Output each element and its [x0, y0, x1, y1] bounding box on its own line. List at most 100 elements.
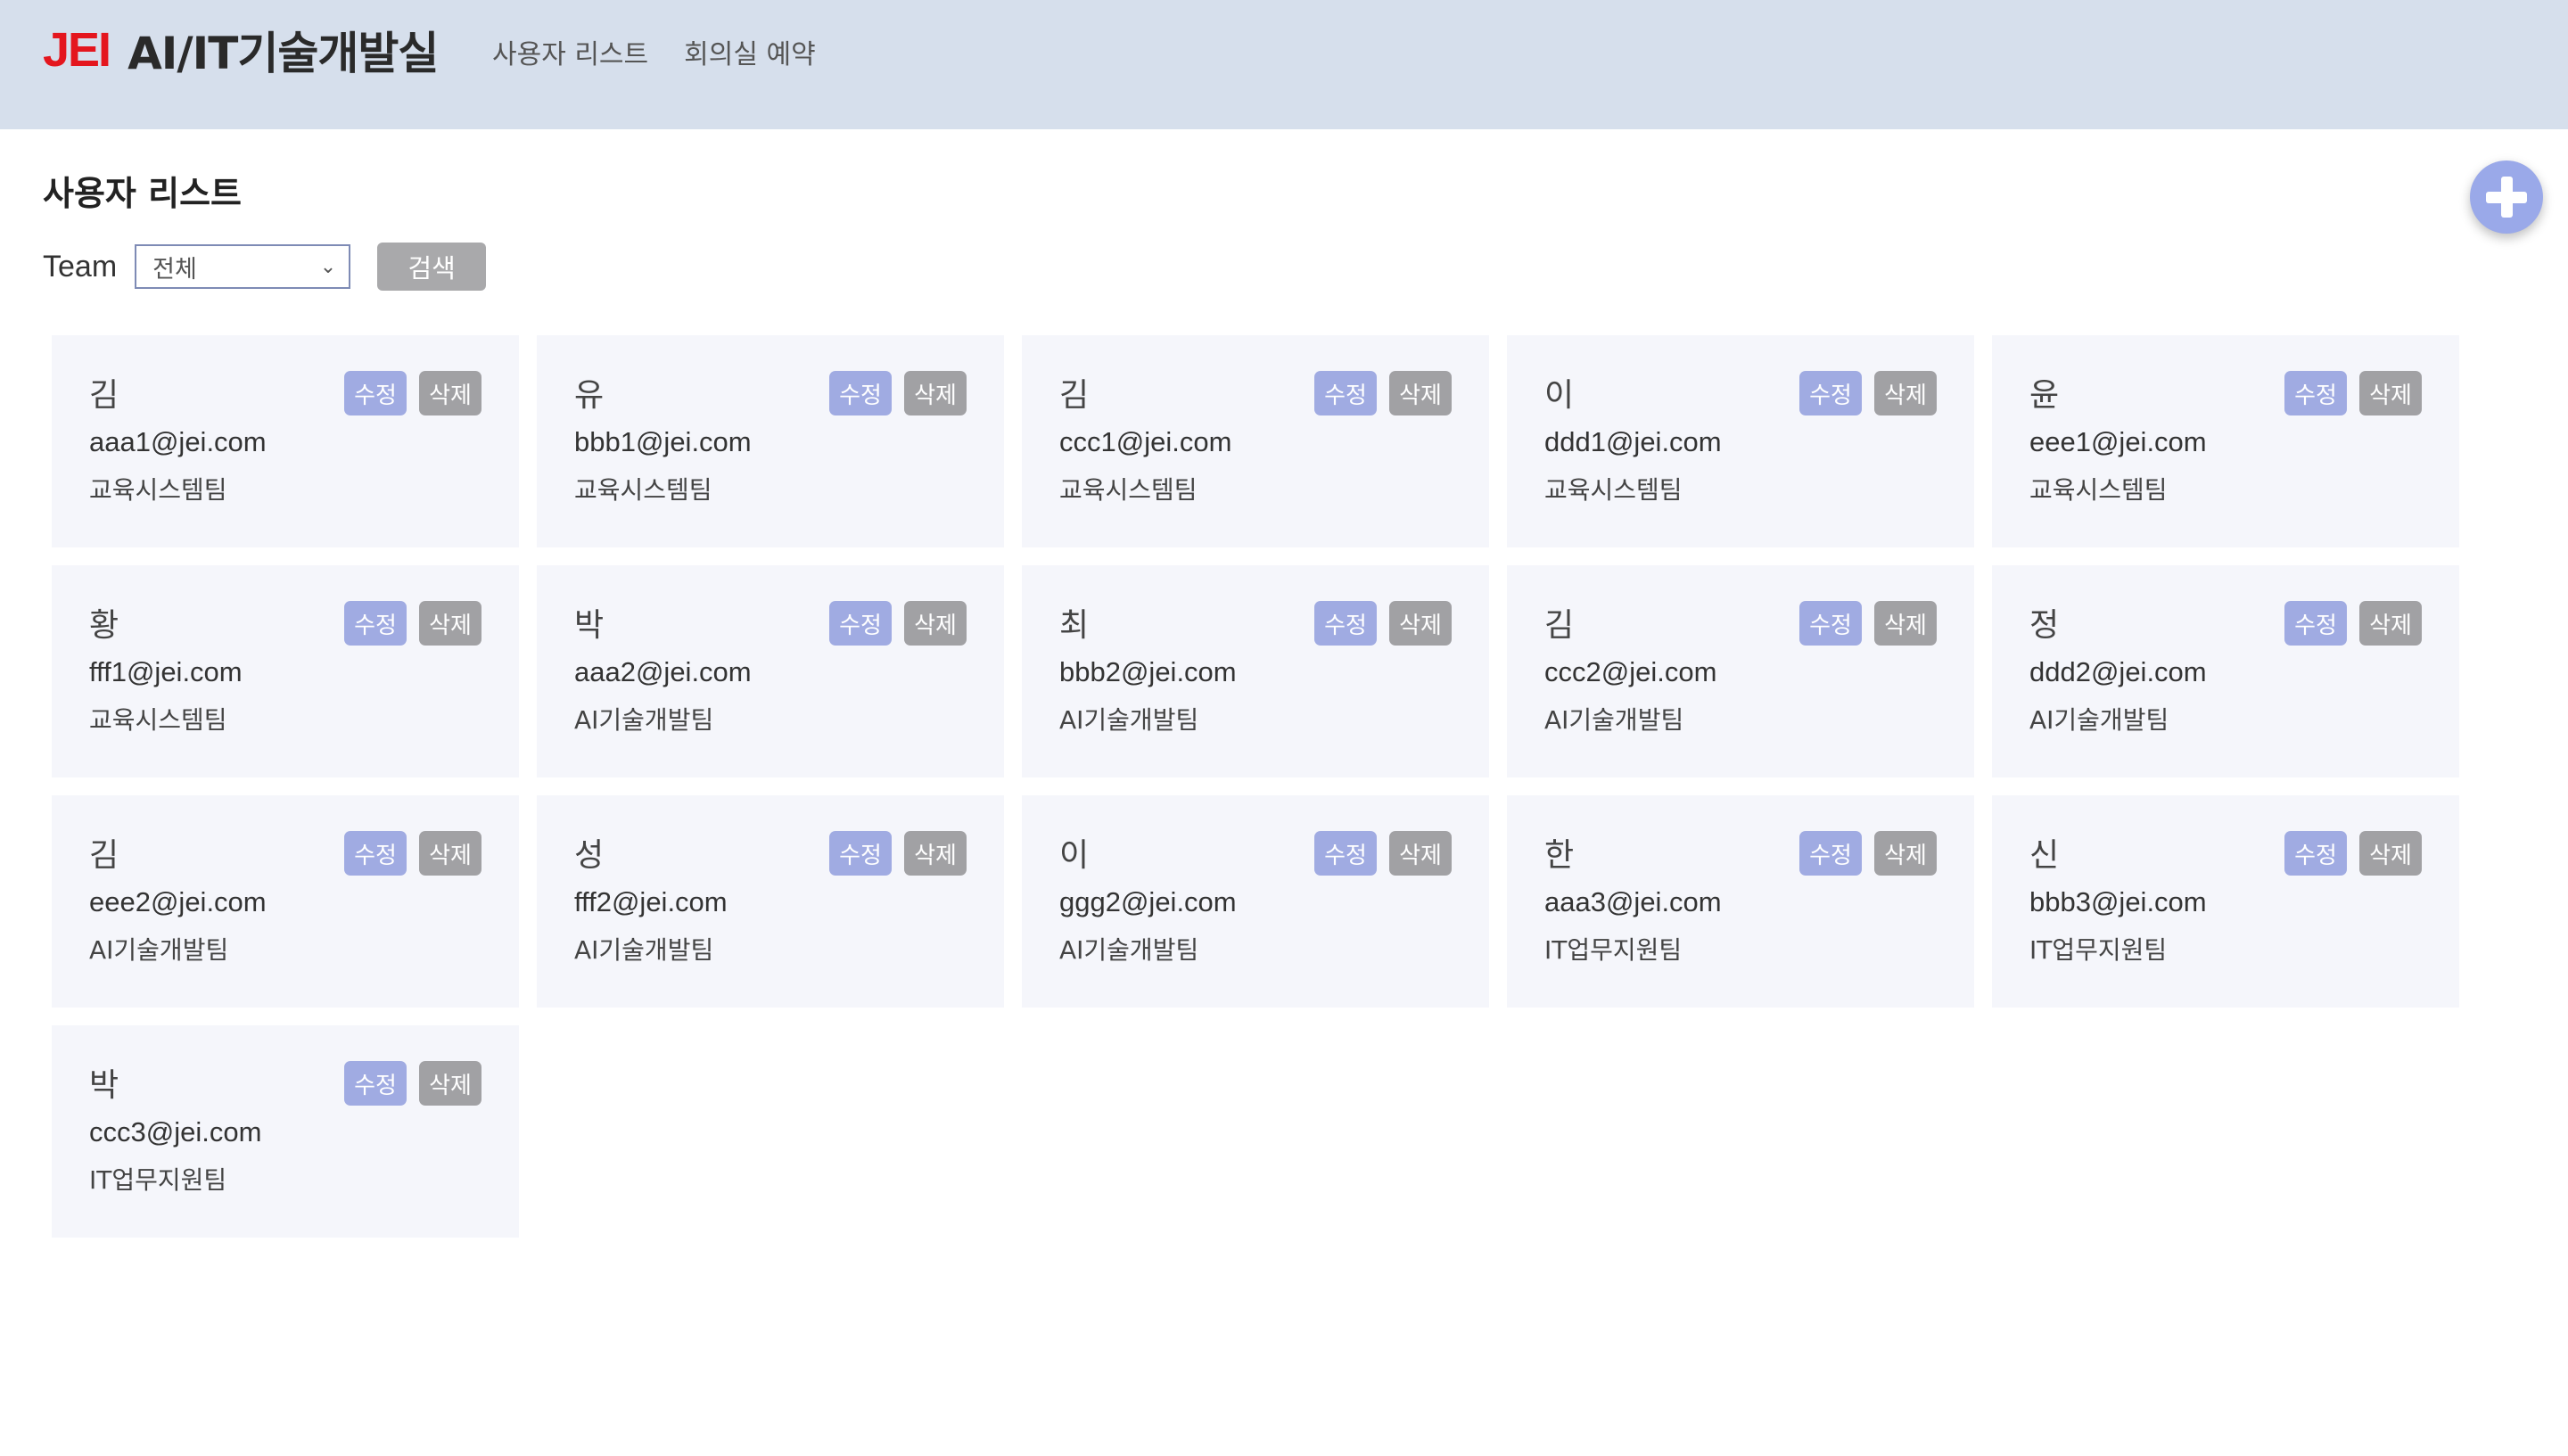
user-name: 박	[574, 607, 605, 644]
top-navbar: JEI AI/IT기술개발실 사용자 리스트 회의실 예약	[0, 0, 2568, 129]
edit-button[interactable]: 수정	[344, 1061, 407, 1106]
card-actions: 수정 삭제	[2284, 601, 2422, 646]
edit-button[interactable]: 수정	[829, 601, 892, 646]
card-actions: 수정 삭제	[1799, 371, 1937, 415]
delete-button[interactable]: 삭제	[2359, 371, 2422, 415]
user-card: 김 수정 삭제 aaa1@jei.com 교육시스템팀	[52, 335, 519, 547]
delete-button[interactable]: 삭제	[1389, 831, 1452, 876]
card-actions: 수정 삭제	[1799, 601, 1937, 646]
user-team: 교육시스템팀	[1059, 475, 1198, 505]
search-button[interactable]: 검색	[377, 243, 487, 291]
nav-meeting-room[interactable]: 회의실 예약	[684, 36, 816, 75]
user-team: AI기술개발팀	[1059, 935, 1199, 965]
user-team: 교육시스템팀	[574, 475, 712, 505]
user-email: bbb3@jei.com	[2029, 886, 2207, 917]
user-card: 한 수정 삭제 aaa3@jei.com IT업무지원팀	[1507, 795, 1974, 1008]
delete-button[interactable]: 삭제	[419, 1061, 482, 1106]
user-team: IT업무지원팀	[2029, 935, 2168, 965]
card-actions: 수정 삭제	[829, 601, 967, 646]
edit-button[interactable]: 수정	[344, 371, 407, 415]
delete-button[interactable]: 삭제	[1874, 601, 1937, 646]
user-card: 유 수정 삭제 bbb1@jei.com 교육시스템팀	[537, 335, 1004, 547]
card-actions: 수정 삭제	[2284, 831, 2422, 876]
edit-button[interactable]: 수정	[2284, 831, 2347, 876]
card-actions: 수정 삭제	[2284, 371, 2422, 415]
delete-button[interactable]: 삭제	[1389, 371, 1452, 415]
user-name: 황	[89, 607, 119, 644]
delete-button[interactable]: 삭제	[904, 831, 967, 876]
user-name: 이	[1059, 837, 1090, 874]
delete-button[interactable]: 삭제	[904, 371, 967, 415]
edit-button[interactable]: 수정	[1314, 601, 1377, 646]
edit-button[interactable]: 수정	[344, 831, 407, 876]
nav-user-list[interactable]: 사용자 리스트	[492, 36, 648, 75]
user-card: 황 수정 삭제 fff1@jei.com 교육시스템팀	[52, 565, 519, 777]
site-title: AI/IT기술개발실	[128, 28, 439, 79]
user-name: 최	[1059, 607, 1090, 644]
user-card: 성 수정 삭제 fff2@jei.com AI기술개발팀	[537, 795, 1004, 1008]
delete-button[interactable]: 삭제	[419, 371, 482, 415]
team-select[interactable]: 전체 ⌄	[135, 244, 351, 289]
card-actions: 수정 삭제	[829, 831, 967, 876]
user-team: 교육시스템팀	[1544, 475, 1683, 505]
delete-button[interactable]: 삭제	[419, 601, 482, 646]
delete-button[interactable]: 삭제	[904, 601, 967, 646]
delete-button[interactable]: 삭제	[1874, 371, 1937, 415]
card-actions: 수정 삭제	[1314, 601, 1452, 646]
user-team: AI기술개발팀	[574, 935, 714, 965]
user-team: AI기술개발팀	[1059, 705, 1199, 735]
user-email: ccc1@jei.com	[1059, 426, 1232, 457]
user-team: AI기술개발팀	[2029, 705, 2169, 735]
user-card: 김 수정 삭제 eee2@jei.com AI기술개발팀	[52, 795, 519, 1008]
user-email: eee2@jei.com	[89, 886, 267, 917]
edit-button[interactable]: 수정	[1799, 371, 1862, 415]
team-select-value: 전체	[152, 255, 197, 284]
main-nav: 사용자 리스트 회의실 예약	[492, 36, 816, 75]
edit-button[interactable]: 수정	[1799, 831, 1862, 876]
user-card: 최 수정 삭제 bbb2@jei.com AI기술개발팀	[1022, 565, 1489, 777]
edit-button[interactable]: 수정	[1314, 831, 1377, 876]
user-email: aaa2@jei.com	[574, 656, 752, 687]
add-user-button[interactable]	[2470, 160, 2543, 234]
user-email: bbb2@jei.com	[1059, 656, 1237, 687]
edit-button[interactable]: 수정	[829, 371, 892, 415]
chevron-down-icon: ⌄	[319, 255, 337, 278]
team-filter: Team 전체 ⌄ 검색	[43, 243, 487, 291]
edit-button[interactable]: 수정	[344, 601, 407, 646]
user-email: bbb1@jei.com	[574, 426, 752, 457]
user-card: 박 수정 삭제 ccc3@jei.com IT업무지원팀	[52, 1025, 519, 1238]
user-email: aaa1@jei.com	[89, 426, 267, 457]
user-name: 윤	[2029, 377, 2060, 414]
user-email: ccc3@jei.com	[89, 1116, 262, 1148]
card-actions: 수정 삭제	[1799, 831, 1937, 876]
brand[interactable]: JEI AI/IT기술개발실	[43, 23, 439, 79]
edit-button[interactable]: 수정	[1314, 371, 1377, 415]
delete-button[interactable]: 삭제	[419, 831, 482, 876]
user-card: 박 수정 삭제 aaa2@jei.com AI기술개발팀	[537, 565, 1004, 777]
delete-button[interactable]: 삭제	[1874, 831, 1937, 876]
user-card: 이 수정 삭제 ggg2@jei.com AI기술개발팀	[1022, 795, 1489, 1008]
user-card-grid: 김 수정 삭제 aaa1@jei.com 교육시스템팀 유 수정 삭제 bbb1@jei.com…	[52, 335, 2459, 1238]
user-card: 김 수정 삭제 ccc2@jei.com AI기술개발팀	[1507, 565, 1974, 777]
delete-button[interactable]: 삭제	[2359, 601, 2422, 646]
delete-button[interactable]: 삭제	[2359, 831, 2422, 876]
edit-button[interactable]: 수정	[2284, 601, 2347, 646]
delete-button[interactable]: 삭제	[1389, 601, 1452, 646]
card-actions: 수정 삭제	[344, 1061, 482, 1106]
user-email: ccc2@jei.com	[1544, 656, 1717, 687]
user-email: ddd1@jei.com	[1544, 426, 1722, 457]
page-title: 사용자 리스트	[43, 174, 242, 213]
card-actions: 수정 삭제	[344, 601, 482, 646]
edit-button[interactable]: 수정	[1799, 601, 1862, 646]
user-card: 신 수정 삭제 bbb3@jei.com IT업무지원팀	[1992, 795, 2459, 1008]
user-email: ggg2@jei.com	[1059, 886, 1237, 917]
user-team: AI기술개발팀	[1544, 705, 1684, 735]
card-actions: 수정 삭제	[829, 371, 967, 415]
user-name: 정	[2029, 607, 2060, 644]
user-name: 이	[1544, 377, 1575, 414]
user-email: fff1@jei.com	[89, 656, 243, 687]
edit-button[interactable]: 수정	[2284, 371, 2347, 415]
edit-button[interactable]: 수정	[829, 831, 892, 876]
user-card: 김 수정 삭제 ccc1@jei.com 교육시스템팀	[1022, 335, 1489, 547]
user-team: 교육시스템팀	[89, 705, 227, 735]
